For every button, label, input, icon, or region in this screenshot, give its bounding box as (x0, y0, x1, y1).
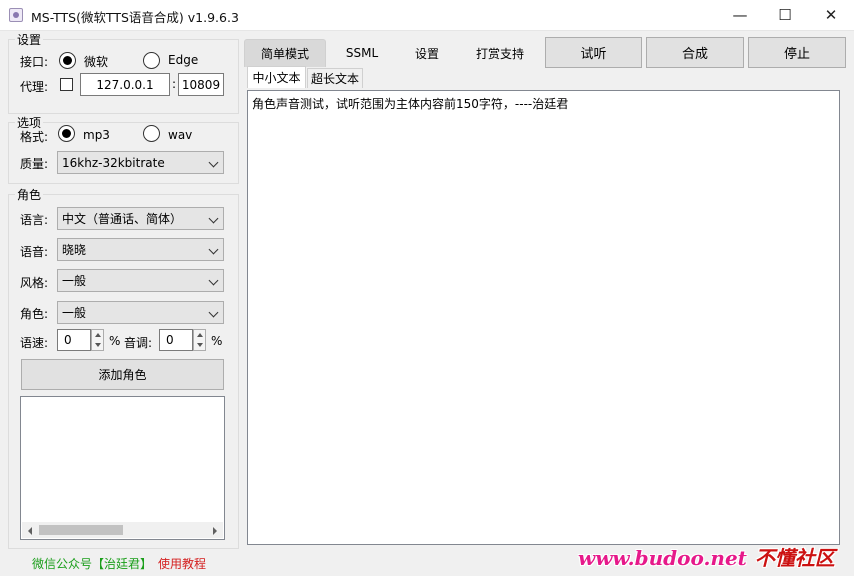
format-radio-mp3[interactable] (58, 125, 75, 142)
caret-down-icon (197, 343, 203, 347)
proxy-checkbox[interactable] (60, 78, 73, 91)
role-group-label: 角色 (15, 186, 44, 203)
proxy-host-input[interactable]: 127.0.0.1 (80, 73, 170, 96)
format-label: 格式: (20, 130, 49, 144)
role-list-scrollbar[interactable] (22, 522, 223, 538)
quality-select[interactable]: 16khz-32kbitrate (57, 151, 224, 174)
proxy-label: 代理: (20, 80, 49, 94)
window-title: MS-TTS(微软TTS语音合成) v1.9.6.3 (31, 10, 239, 25)
maximize-button[interactable]: ☐ (762, 0, 808, 30)
voice-label: 语音: (20, 245, 49, 259)
quality-select-value: 16khz-32kbitrate (62, 155, 165, 170)
watermark-url: www.budoo.net (578, 546, 747, 570)
caret-up-icon (95, 333, 101, 337)
pitch-input[interactable]: 0 (159, 329, 193, 351)
wechat-link[interactable]: 微信公众号【治廷君】 (32, 555, 152, 572)
language-select[interactable]: 中文（普通话、简体） (57, 207, 224, 230)
language-select-value: 中文（普通话、简体） (62, 212, 183, 226)
chevron-down-icon (208, 157, 219, 168)
voice-select[interactable]: 晓晓 (57, 238, 224, 261)
minimize-button[interactable]: — (717, 0, 763, 30)
format-option-mp3: mp3 (83, 128, 110, 142)
role-list[interactable] (20, 396, 225, 540)
tab-settings[interactable]: 设置 (403, 39, 451, 67)
client-area: 设置 接口: 微软 Edge 代理: 127.0.0.1 : 10809 选项 … (0, 31, 854, 576)
tutorial-link[interactable]: 使用教程 (158, 555, 206, 572)
chevron-down-icon (208, 275, 219, 286)
tab-ssml[interactable]: SSML (333, 39, 391, 67)
watermark: www.budoo.net 不懂社区 (578, 542, 835, 571)
tab-simple-mode[interactable]: 简单模式 (244, 39, 326, 67)
style-select[interactable]: 一般 (57, 269, 224, 292)
interface-radio-microsoft[interactable] (59, 52, 76, 69)
rate-unit: % (109, 334, 121, 348)
role-select[interactable]: 一般 (57, 301, 224, 324)
pitch-stepper[interactable] (193, 329, 206, 351)
style-label: 风格: (20, 276, 49, 290)
pitch-label: 音调: (124, 336, 153, 350)
text-editor[interactable]: 角色声音测试，试听范围为主体内容前150字符，----治廷君 (247, 90, 840, 545)
stop-button[interactable]: 停止 (748, 37, 846, 68)
tab-donate[interactable]: 打赏支持 (462, 39, 538, 67)
proxy-separator: : (172, 77, 177, 91)
caret-down-icon (95, 343, 101, 347)
interface-option-microsoft: 微软 (84, 55, 109, 69)
caret-up-icon (197, 333, 203, 337)
chevron-down-icon (208, 307, 219, 318)
synthesize-button[interactable]: 合成 (646, 37, 744, 68)
proxy-port-input[interactable]: 10809 (178, 73, 224, 96)
interface-radio-edge[interactable] (143, 52, 160, 69)
language-label: 语言: (20, 213, 49, 227)
minimize-icon: — (732, 6, 748, 24)
scroll-right-icon (213, 527, 217, 535)
close-icon: ✕ (824, 6, 838, 24)
rate-label: 语速: (20, 336, 49, 350)
rate-stepper[interactable] (91, 329, 104, 351)
watermark-name: 不懂社区 (754, 546, 835, 570)
preview-button[interactable]: 试听 (545, 37, 642, 68)
scroll-left-icon (28, 527, 32, 535)
interface-label: 接口: (20, 55, 49, 69)
quality-label: 质量: (20, 157, 49, 171)
close-button[interactable]: ✕ (808, 0, 854, 30)
chevron-down-icon (208, 244, 219, 255)
format-radio-wav[interactable] (143, 125, 160, 142)
interface-option-edge: Edge (168, 53, 199, 67)
tab-long-text[interactable]: 超长文本 (307, 68, 363, 88)
maximize-icon: ☐ (778, 6, 792, 24)
app-icon (9, 8, 23, 22)
pitch-unit: % (211, 334, 223, 348)
voice-select-value: 晓晓 (62, 243, 87, 257)
rate-input[interactable]: 0 (57, 329, 91, 351)
title-bar: MS-TTS(微软TTS语音合成) v1.9.6.3 — ☐ ✕ (0, 0, 854, 31)
format-option-wav: wav (168, 128, 193, 142)
chevron-down-icon (208, 213, 219, 224)
style-select-value: 一般 (62, 274, 87, 288)
tab-short-text[interactable]: 中小文本 (247, 66, 306, 88)
settings-group-label: 设置 (15, 31, 44, 48)
role-label: 角色: (20, 307, 49, 321)
role-select-value: 一般 (62, 306, 87, 320)
scrollbar-thumb[interactable] (39, 525, 123, 535)
add-role-button[interactable]: 添加角色 (21, 359, 224, 390)
